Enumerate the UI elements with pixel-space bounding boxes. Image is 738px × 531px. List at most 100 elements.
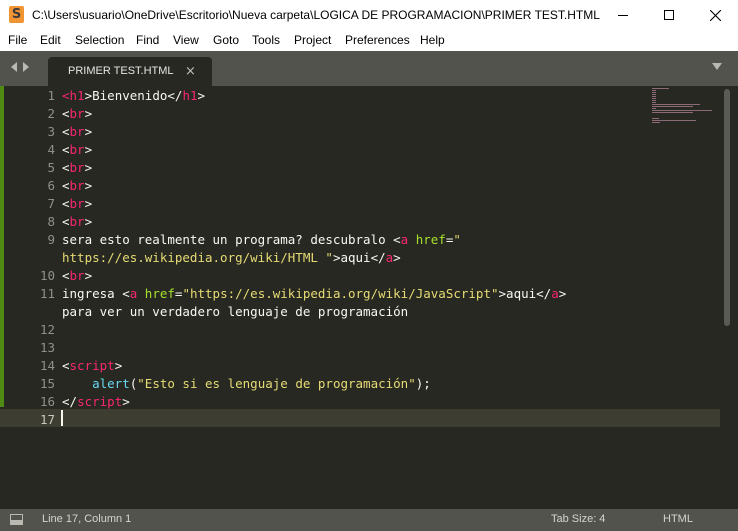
code-token: > <box>197 88 206 103</box>
minimap-line <box>652 92 656 93</box>
code-token: h1 <box>182 88 198 103</box>
code-token: >Bienvenido</ <box>84 88 183 103</box>
line-number: 1 <box>47 88 55 103</box>
minimap-line <box>652 108 656 109</box>
code-token: ); <box>415 376 431 391</box>
tab-primer-test[interactable]: PRIMER TEST.HTML × <box>48 57 212 86</box>
code-line: <br> <box>62 178 92 193</box>
code-line: <br> <box>62 214 92 229</box>
code-token: para ver un verdadero lenguaje de progra… <box>62 304 409 319</box>
syntax-selector[interactable]: HTML <box>663 513 693 525</box>
menu-preferences[interactable]: Preferences <box>345 33 410 47</box>
arrow-left-icon[interactable] <box>11 62 17 72</box>
code-line: </script> <box>62 394 130 409</box>
menu-file[interactable]: File <box>8 33 27 47</box>
minimize-button[interactable] <box>600 0 646 30</box>
code-line: <br> <box>62 268 92 283</box>
code-token: a <box>551 286 559 301</box>
close-icon <box>709 9 721 21</box>
panel-toggle-icon[interactable] <box>10 514 23 525</box>
minimize-icon <box>618 14 628 16</box>
code-token: < <box>62 124 70 139</box>
minimap[interactable] <box>652 88 722 124</box>
window-title: C:\Users\usuario\OneDrive\Escritorio\Nue… <box>32 8 602 22</box>
arrow-right-icon[interactable] <box>23 62 29 72</box>
code-token: >aqui</ <box>332 250 386 265</box>
code-line: ingresa <a href="https://es.wikipedia.or… <box>62 286 566 301</box>
code-token: > <box>84 196 93 211</box>
code-token: br <box>69 268 85 283</box>
menu-help[interactable]: Help <box>420 33 445 47</box>
code-token: < <box>62 214 70 229</box>
code-token: > <box>84 124 93 139</box>
code-line: <br> <box>62 142 92 157</box>
tab-close-icon[interactable]: × <box>185 64 196 79</box>
tab-list-dropdown-icon[interactable] <box>712 63 722 70</box>
line-number: 7 <box>47 196 55 211</box>
code-token: > <box>393 250 401 265</box>
code-token: > <box>558 286 567 301</box>
code-token: br <box>69 178 85 193</box>
code-line: <br> <box>62 196 92 211</box>
menu-view[interactable]: View <box>173 33 199 47</box>
menu-selection[interactable]: Selection <box>75 33 124 47</box>
line-number: 8 <box>47 214 55 229</box>
code-line: <script> <box>62 358 122 373</box>
code-token: br <box>69 124 85 139</box>
minimap-line <box>652 110 713 111</box>
line-number: 15 <box>39 376 55 391</box>
tab-label: PRIMER TEST.HTML <box>68 65 174 77</box>
code-token: h1 <box>69 88 85 103</box>
code-token: " <box>453 232 461 247</box>
tab-bar: PRIMER TEST.HTML × <box>0 51 738 86</box>
tab-size-selector[interactable]: Tab Size: 4 <box>551 513 605 525</box>
code-token: < <box>62 142 70 157</box>
menu-goto[interactable]: Goto <box>213 33 239 47</box>
line-number: 11 <box>39 286 55 301</box>
menu-edit[interactable]: Edit <box>40 33 61 47</box>
code-token: > <box>84 178 93 193</box>
line-number: 14 <box>39 358 55 373</box>
code-token: ingresa < <box>62 286 130 301</box>
modified-lines-marker <box>0 86 4 407</box>
line-number: 12 <box>39 322 55 337</box>
code-editor[interactable]: 1 2 3 4 5 6 7 8 9 10 11 12 13 14 15 16 17 <h1>Bienvenido… <box>0 86 738 509</box>
code-token: >aqui</ <box>498 286 552 301</box>
code-token: > <box>84 214 93 229</box>
close-button[interactable] <box>692 0 738 30</box>
minimap-line <box>652 90 656 91</box>
code-token: < <box>62 88 70 103</box>
minimap-line <box>652 96 656 97</box>
code-token: > <box>84 142 93 157</box>
maximize-button[interactable] <box>646 0 692 30</box>
code-token: href <box>144 286 175 301</box>
tab-navigation <box>11 62 29 72</box>
line-number: 5 <box>47 160 55 175</box>
line-number: 10 <box>39 268 55 283</box>
code-token: < <box>62 358 70 373</box>
vertical-scrollbar[interactable] <box>722 86 731 509</box>
menu-project[interactable]: Project <box>294 33 331 47</box>
scrollbar-thumb[interactable] <box>724 89 730 326</box>
code-token: > <box>84 106 93 121</box>
code-token: > <box>122 394 130 409</box>
minimap-line <box>652 100 656 101</box>
text-cursor <box>61 410 63 426</box>
minimap-line <box>652 106 693 107</box>
menu-tools[interactable]: Tools <box>252 33 280 47</box>
code-token: br <box>69 196 85 211</box>
code-token: br <box>69 160 85 175</box>
menu-bar: File Edit Selection Find View Goto Tools… <box>0 30 738 51</box>
current-line-highlight <box>0 409 720 427</box>
menu-find[interactable]: Find <box>136 33 159 47</box>
code-token: sera esto realmente un programa? descubr… <box>62 232 401 247</box>
code-token: br <box>69 214 85 229</box>
code-token: < <box>62 106 70 121</box>
code-token: "https://es.wikipedia.org/wiki/JavaScrip… <box>182 286 499 301</box>
line-number: 16 <box>39 394 55 409</box>
code-token: > <box>114 358 123 373</box>
minimap-line <box>652 102 656 103</box>
